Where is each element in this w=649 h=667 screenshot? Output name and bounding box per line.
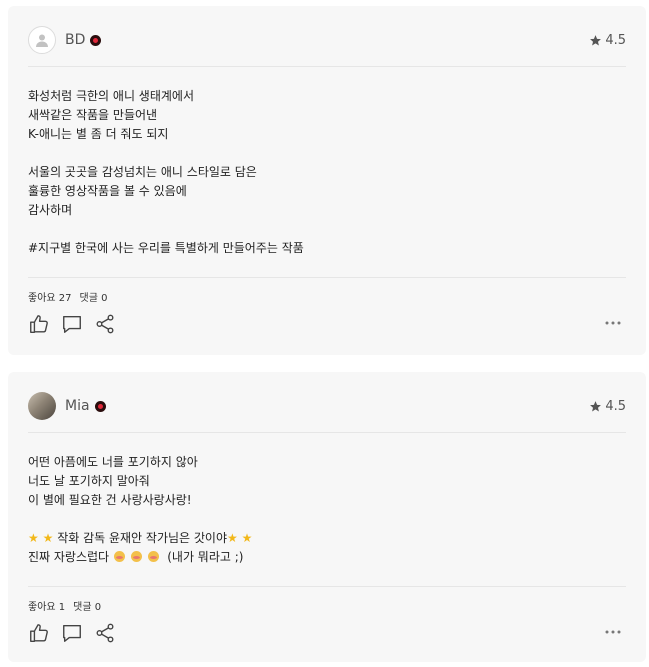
- pleading-face-icon: [130, 551, 142, 562]
- like-count: 좋아요 1: [28, 602, 66, 613]
- more-icon[interactable]: [605, 630, 621, 634]
- rating: 4.5: [589, 399, 626, 414]
- review-line: [28, 510, 626, 529]
- review-line-text: 진짜 자랑스럽다: [28, 550, 110, 564]
- review-text: 화성처럼 극한의 애니 생태계에서 새싹같은 작품을 만들어낸 K-애니는 별 …: [28, 87, 626, 258]
- review-header: BD 4.5: [28, 25, 626, 55]
- avatar[interactable]: [28, 26, 56, 54]
- username[interactable]: Mia: [65, 398, 90, 414]
- review-line: [28, 220, 626, 239]
- rating-value: 4.5: [605, 32, 626, 48]
- watcha-badge-icon: [94, 400, 106, 412]
- review-line: 이 별에 필요한 건 사랑사랑사랑!: [28, 493, 192, 507]
- review-line: #지구별 한국에 사는 우리를 특별하게 만들어주는 작품: [28, 241, 304, 255]
- review-line-emoji: 진짜 자랑스럽다 (내가 뭐라고 ;): [28, 548, 626, 567]
- review-line: 서울의 곳곳을 감성넘치는 애니 스타일로 담은: [28, 165, 257, 179]
- review-line: 어떤 아픔에도 너를 포기하지 않아: [28, 455, 198, 469]
- pleading-face-icon: [147, 551, 159, 562]
- user-icon: [36, 34, 48, 47]
- like-icon[interactable]: [28, 622, 50, 644]
- avatar[interactable]: [28, 392, 56, 420]
- review-line: 새싹같은 작품을 만들어낸: [28, 108, 158, 122]
- like-count: 좋아요 27: [28, 293, 72, 304]
- star-emoji-icon: ★: [227, 531, 238, 545]
- more-icon[interactable]: [605, 321, 621, 325]
- divider: [28, 66, 626, 67]
- star-emoji-icon: ★: [28, 531, 39, 545]
- review-header: Mia 4.5: [28, 391, 626, 421]
- share-icon[interactable]: [94, 313, 116, 335]
- review-line-text: 작화 감독 윤재안 작가님은 갓이야: [57, 531, 228, 545]
- divider: [28, 277, 626, 278]
- star-icon: [590, 34, 602, 45]
- review-card: BD 4.5 화성처럼 극한의 애니 생태계에서 새싹같은 작품을 만들어낸 K…: [8, 6, 646, 355]
- star-icon: [590, 400, 602, 411]
- divider: [28, 586, 626, 587]
- rating: 4.5: [589, 33, 626, 48]
- review-line: 감사하며: [28, 203, 73, 217]
- star-emoji-icon: ★: [42, 531, 54, 545]
- username[interactable]: BD: [65, 32, 85, 48]
- review-text: 어떤 아픔에도 너를 포기하지 않아 너도 날 포기하지 말아줘 이 별에 필요…: [28, 453, 626, 567]
- review-line: K-애니는 별 좀 더 줘도 되지: [28, 127, 169, 141]
- comment-count: 댓글 0: [73, 602, 102, 613]
- divider: [28, 432, 626, 433]
- comment-icon[interactable]: [61, 622, 83, 644]
- comment-icon[interactable]: [61, 313, 83, 335]
- review-line: 너도 날 포기하지 말아줘: [28, 474, 150, 488]
- rating-value: 4.5: [605, 398, 626, 414]
- review-line-emoji: ★ ★ 작화 감독 윤재안 작가님은 갓이야★ ★: [28, 529, 626, 548]
- review-line: 화성처럼 극한의 애니 생태계에서: [28, 89, 195, 103]
- review-line: 훌륭한 영상작품을 볼 수 있음에: [28, 184, 187, 198]
- review-actions: [28, 622, 127, 644]
- review-line-suffix: (내가 뭐라고 ;): [167, 550, 244, 564]
- review-card: Mia 4.5 어떤 아픔에도 너를 포기하지 않아 너도 날 포기하지 말아줘…: [8, 372, 646, 662]
- share-icon[interactable]: [94, 622, 116, 644]
- review-line: [28, 144, 626, 163]
- review-stats: 좋아요 27 댓글 0: [28, 289, 107, 304]
- review-actions: [28, 313, 127, 335]
- comment-count: 댓글 0: [79, 293, 108, 304]
- like-icon[interactable]: [28, 313, 50, 335]
- watcha-badge-icon: [90, 34, 102, 46]
- star-emoji-icon: ★: [241, 531, 253, 545]
- pleading-face-icon: [113, 551, 125, 562]
- review-stats: 좋아요 1 댓글 0: [28, 598, 101, 613]
